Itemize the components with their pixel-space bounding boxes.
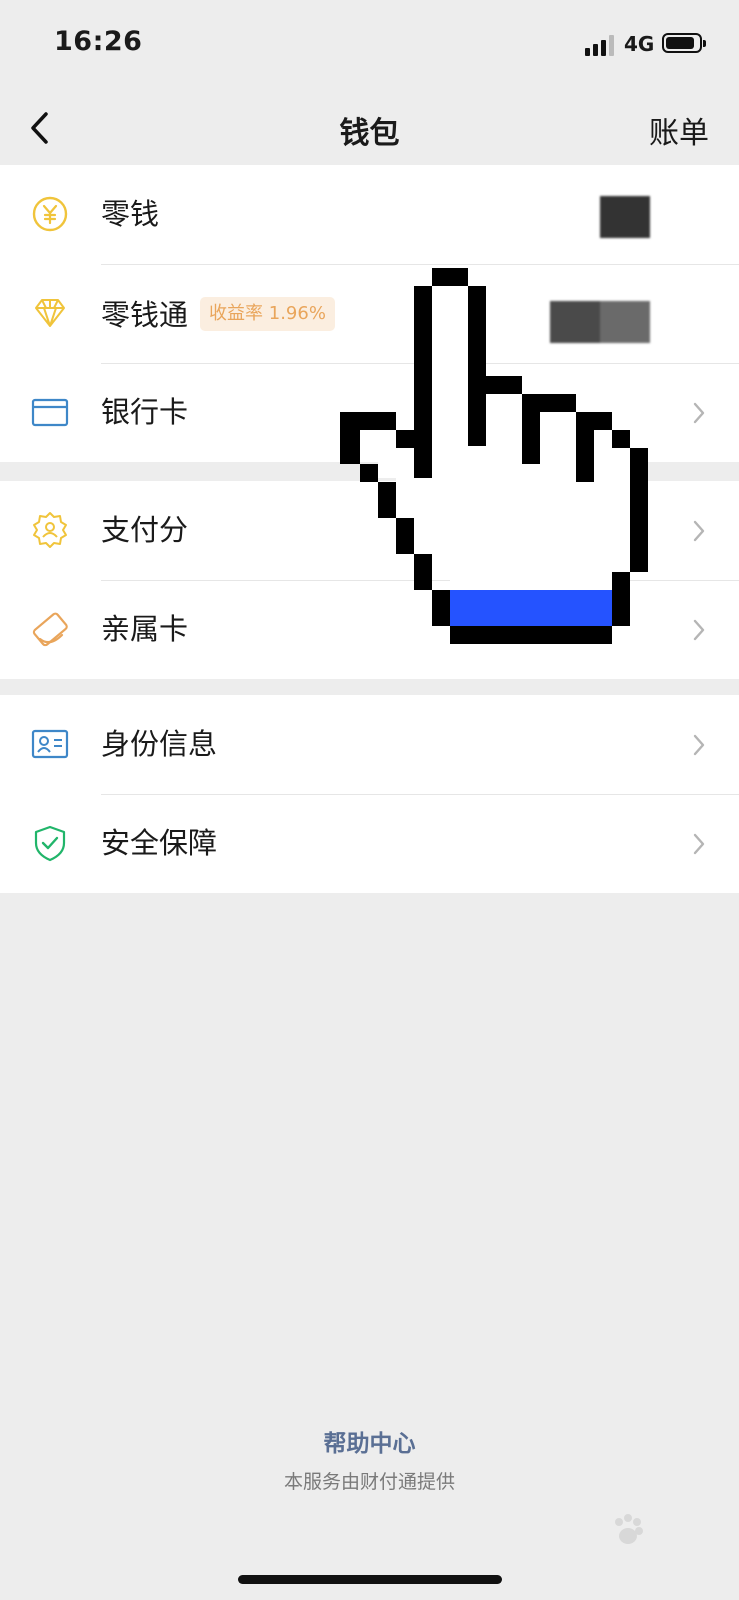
list-item-security[interactable]: 安全保障 (0, 794, 739, 893)
diamond-icon (35, 299, 65, 327)
baidu-watermark-logo (615, 1514, 643, 1544)
battery-icon (662, 33, 706, 53)
hand-pointer-icon (340, 268, 648, 644)
network-type: 4G (624, 32, 655, 56)
list-item-label: 支付分 (101, 513, 189, 547)
bill-button[interactable]: 账单 (649, 108, 709, 152)
provider-note: 本服务由财付通提供 (283, 1471, 455, 1493)
shield-check-icon (34, 825, 66, 862)
yuan-coin-icon (32, 196, 68, 232)
list-item-label: 身份信息 (101, 727, 218, 761)
list-item-label: 亲属卡 (101, 612, 189, 646)
chevron-right-icon (693, 734, 705, 756)
divider (101, 794, 739, 795)
list-item-change[interactable]: 零钱 (0, 165, 739, 264)
signal-icon (585, 34, 615, 56)
list-item-label: 零钱通 收益率 1.96% (101, 294, 335, 334)
list-item-identity[interactable]: 身份信息 (0, 695, 739, 794)
yield-badge: 收益率 1.96% (200, 297, 335, 331)
status-bar: 16:26 4G (0, 0, 739, 90)
bank-card-icon (31, 398, 69, 427)
chevron-right-icon (693, 833, 705, 855)
family-card-icon (32, 612, 68, 647)
status-time: 16:26 (54, 26, 143, 57)
chevron-right-icon (693, 619, 705, 641)
chevron-right-icon (693, 402, 705, 424)
list-item-label: 零钱 (101, 197, 160, 231)
id-card-icon (31, 729, 69, 759)
chevron-right-icon (693, 520, 705, 542)
divider (101, 264, 739, 265)
badge-user-icon (33, 512, 67, 548)
list-item-label: 银行卡 (101, 395, 189, 429)
wallet-group-account: 身份信息 安全保障 (0, 695, 739, 893)
list-item-label: 安全保障 (101, 826, 218, 860)
page-title: 钱包 (339, 116, 400, 151)
help-center-link[interactable]: 帮助中心 (0, 1424, 739, 1458)
nav-bar: 钱包 账单 (0, 90, 739, 166)
balance-hidden (600, 196, 650, 238)
home-indicator[interactable] (238, 1575, 502, 1584)
